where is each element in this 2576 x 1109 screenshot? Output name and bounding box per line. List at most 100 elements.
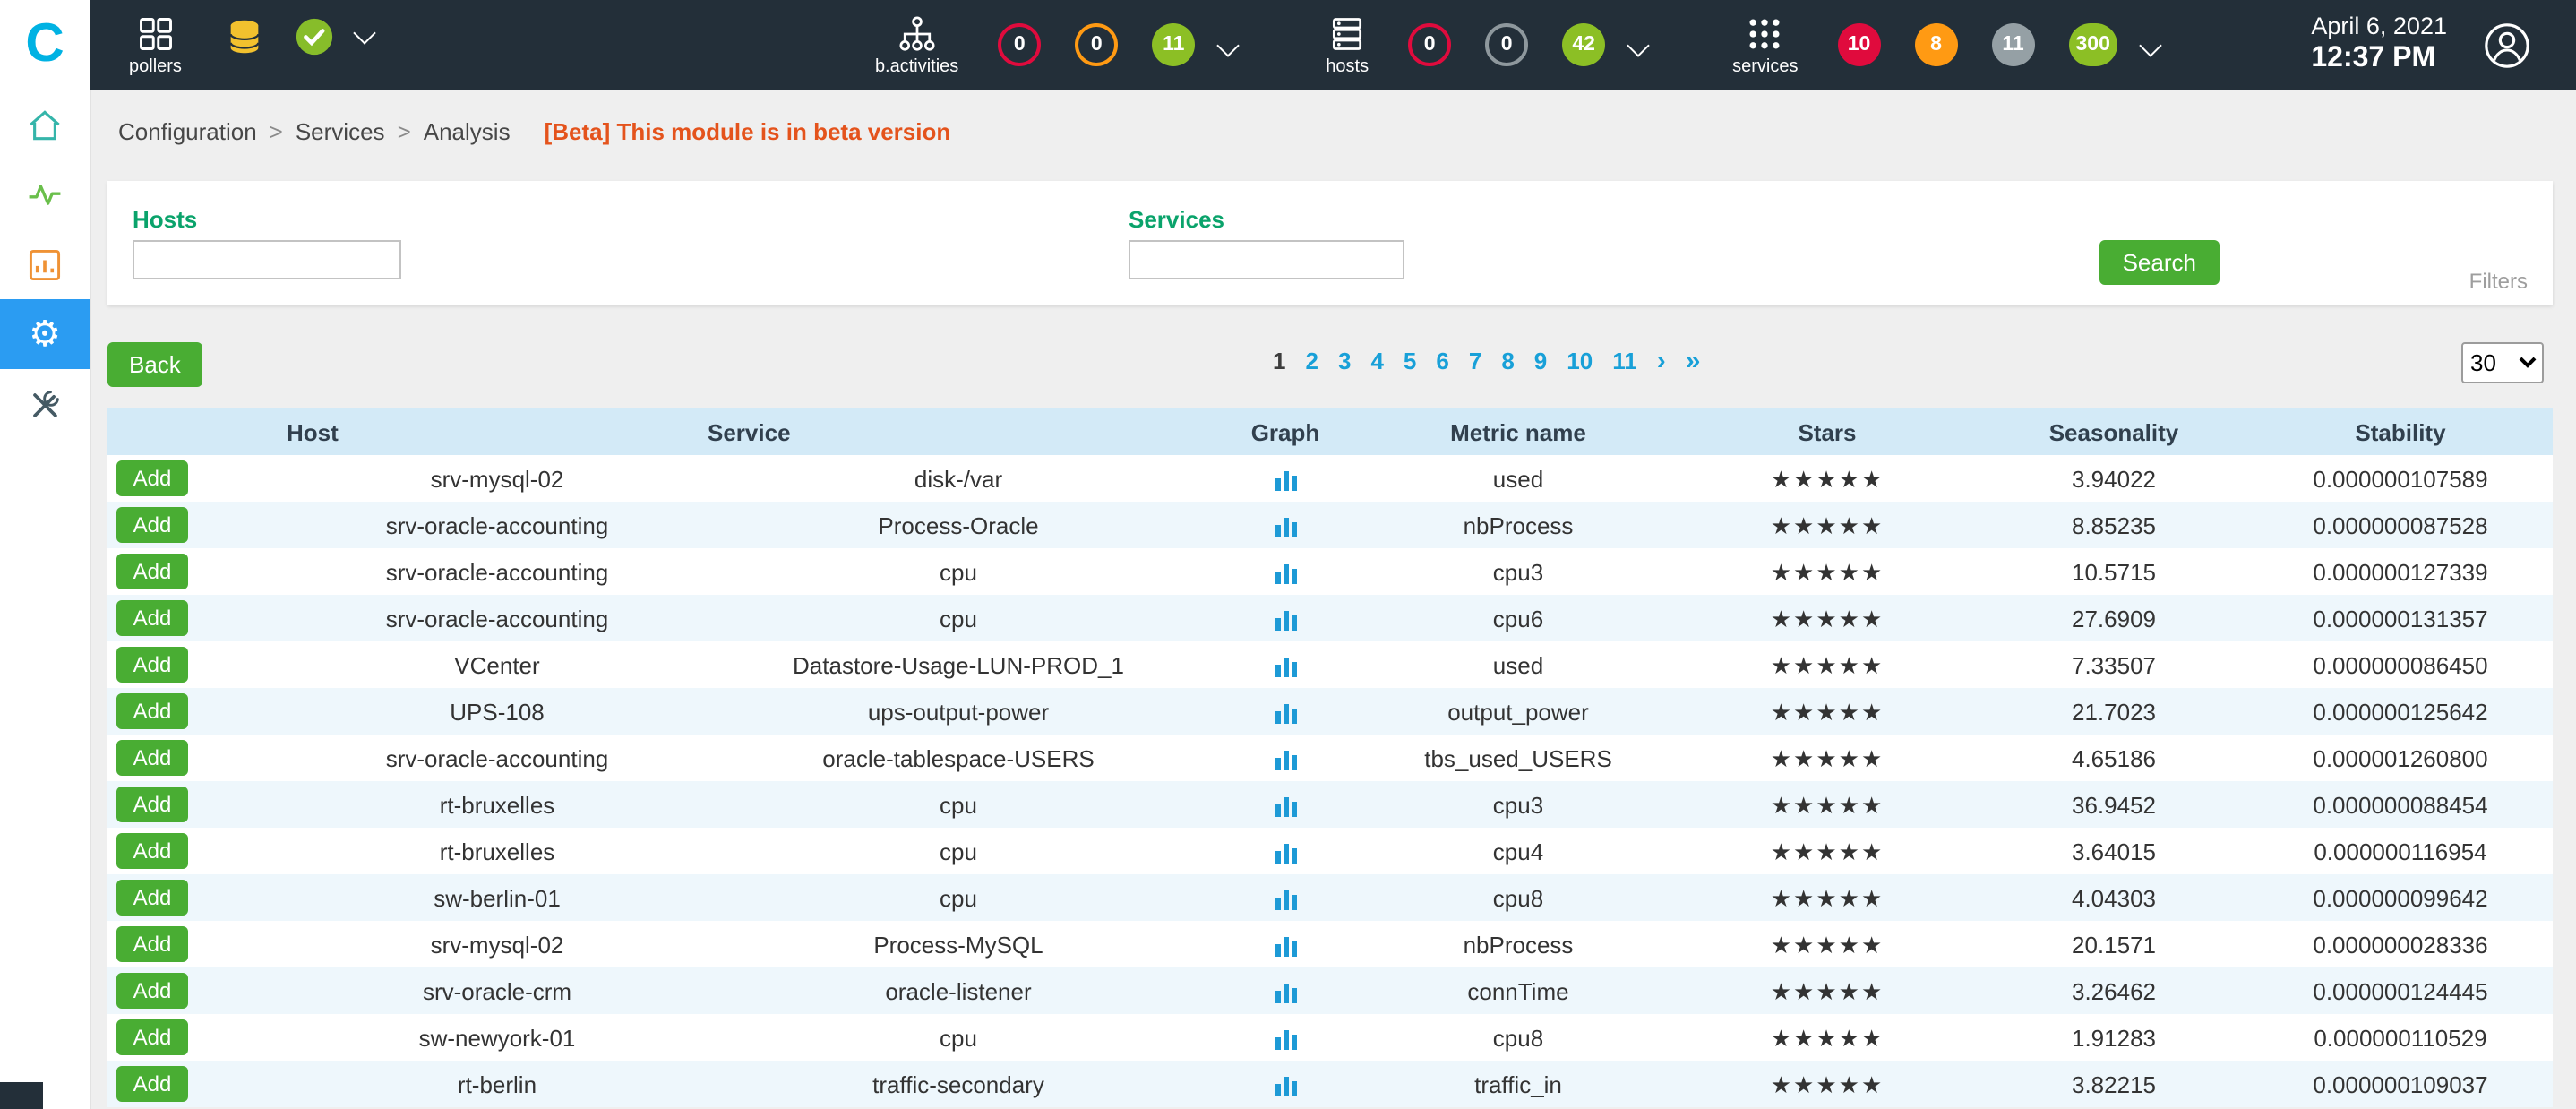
chevron-down-icon[interactable] [354,21,376,43]
pagination-page-link[interactable]: 5 [1404,348,1416,374]
table-row: Add srv-oracle-crm oracle-listener [107,967,2553,1014]
column-header-host: Host [287,408,708,455]
platform-ok-button[interactable] [295,15,336,56]
pagination-next-icon[interactable]: › [1657,348,1666,374]
add-button[interactable]: Add [116,554,188,589]
breadcrumb-item-configuration[interactable]: Configuration [118,117,257,144]
breadcrumb-separator: > [398,117,411,144]
search-button[interactable]: Search [2099,240,2220,285]
graph-icon[interactable] [1273,747,1298,772]
add-button[interactable]: Add [116,740,188,776]
pagination-page-link[interactable]: 9 [1534,348,1547,374]
main-content: Configuration > Services > Analysis [Bet… [90,90,2576,1109]
services-warning-badge[interactable]: 8 [1915,23,1958,66]
sidebar-item-configuration[interactable]: ⚙ [0,299,90,369]
graph-icon[interactable] [1273,794,1298,819]
add-button[interactable]: Add [116,973,188,1009]
add-button[interactable]: Add [116,833,188,869]
chevron-down-icon[interactable] [1627,33,1649,56]
graph-icon[interactable] [1273,468,1298,493]
filters-toggle[interactable]: Filters [2469,269,2528,294]
pagination-page-link[interactable]: 2 [1306,348,1318,374]
seasonality-cell: 36.9452 [1979,781,2248,828]
metric-cell: used [1361,455,1675,502]
stars-rating: ★★★★★ [1675,967,1979,1014]
pagination-page-link[interactable]: 7 [1469,348,1481,374]
service-cell: Process-Oracle [708,502,1209,548]
pollers-icon [135,13,175,53]
graph-icon[interactable] [1273,561,1298,586]
pagination-page-link[interactable]: 8 [1501,348,1514,374]
add-button[interactable]: Add [116,693,188,729]
add-button[interactable]: Add [116,600,188,636]
database-status-button[interactable] [225,15,266,56]
seasonality-cell: 27.6909 [1979,595,2248,641]
sidebar-item-reporting[interactable] [0,229,90,299]
metric-cell: cpu6 [1361,595,1675,641]
pagination-page-link[interactable]: 10 [1567,348,1593,374]
metric-cell: cpu4 [1361,828,1675,874]
breadcrumb-item-analysis[interactable]: Analysis [424,117,511,144]
graph-icon[interactable] [1273,980,1298,1005]
sidebar-item-monitoring[interactable] [0,159,90,229]
service-cell: oracle-tablespace-USERS [708,735,1209,781]
stars-rating: ★★★★★ [1675,548,1979,595]
hosts-down-badge[interactable]: 0 [1408,23,1451,66]
seasonality-cell: 7.33507 [1979,641,2248,688]
back-button[interactable]: Back [107,342,202,387]
graph-icon[interactable] [1273,840,1298,865]
breadcrumb-item-services[interactable]: Services [296,117,385,144]
service-cell: cpu [708,874,1209,921]
services-menu[interactable]: services [1732,13,1798,76]
services-critical-badge[interactable]: 10 [1838,23,1881,66]
add-button[interactable]: Add [116,1019,188,1055]
hosts-up-badge[interactable]: 42 [1562,23,1605,66]
pagination-current-page[interactable]: 1 [1273,348,1285,374]
pagination-last-icon[interactable]: » [1686,348,1701,374]
sidebar-collapse-button[interactable] [0,1082,43,1109]
centreon-logo[interactable]: C [0,0,90,90]
user-menu[interactable] [2483,21,2531,69]
graph-icon[interactable] [1273,607,1298,632]
ba-ok-badge[interactable]: 11 [1152,23,1195,66]
graph-icon[interactable] [1273,933,1298,959]
pagination-page-link[interactable]: 11 [1612,348,1637,374]
stars-rating: ★★★★★ [1675,1061,1979,1107]
chevron-down-icon[interactable] [2139,33,2161,56]
ba-critical-badge[interactable]: 0 [998,23,1041,66]
add-button[interactable]: Add [116,460,188,496]
add-button[interactable]: Add [116,880,188,916]
services-ok-badge[interactable]: 300 [2069,23,2117,66]
add-button[interactable]: Add [116,1066,188,1102]
pollers-menu[interactable]: pollers [129,13,182,76]
add-button[interactable]: Add [116,507,188,543]
add-button[interactable]: Add [116,926,188,962]
graph-icon[interactable] [1273,887,1298,912]
page-size-select[interactable]: 30 [2461,342,2544,383]
pagination: 1 23456789 10 11 › » [1273,348,1700,374]
pagination-page-link[interactable]: 4 [1370,348,1383,374]
hosts-unreachable-badge[interactable]: 0 [1485,23,1528,66]
chevron-down-icon[interactable] [1217,33,1240,56]
stars-rating: ★★★★★ [1675,781,1979,828]
stability-cell: 0.000000086450 [2248,641,2553,688]
services-unknown-badge[interactable]: 11 [1992,23,2035,66]
hosts-menu[interactable]: hosts [1326,13,1369,76]
services-filter-input[interactable] [1129,240,1404,279]
sidebar-item-administration[interactable] [0,369,90,439]
ba-warning-badge[interactable]: 0 [1075,23,1118,66]
add-button[interactable]: Add [116,787,188,822]
add-button[interactable]: Add [116,647,188,683]
pagination-page-link[interactable]: 6 [1436,348,1448,374]
graph-icon[interactable] [1273,701,1298,726]
sidebar-item-home[interactable] [0,90,90,159]
graph-icon[interactable] [1273,1027,1298,1052]
current-time: 12:37 PM [2311,42,2447,78]
graph-icon[interactable] [1273,1073,1298,1098]
graph-icon[interactable] [1273,514,1298,539]
hosts-filter-input[interactable] [133,240,401,279]
ba-menu[interactable]: b.activities [875,13,958,76]
beta-notice: [Beta] This module is in beta version [545,117,951,144]
graph-icon[interactable] [1273,654,1298,679]
pagination-page-link[interactable]: 3 [1338,348,1351,374]
